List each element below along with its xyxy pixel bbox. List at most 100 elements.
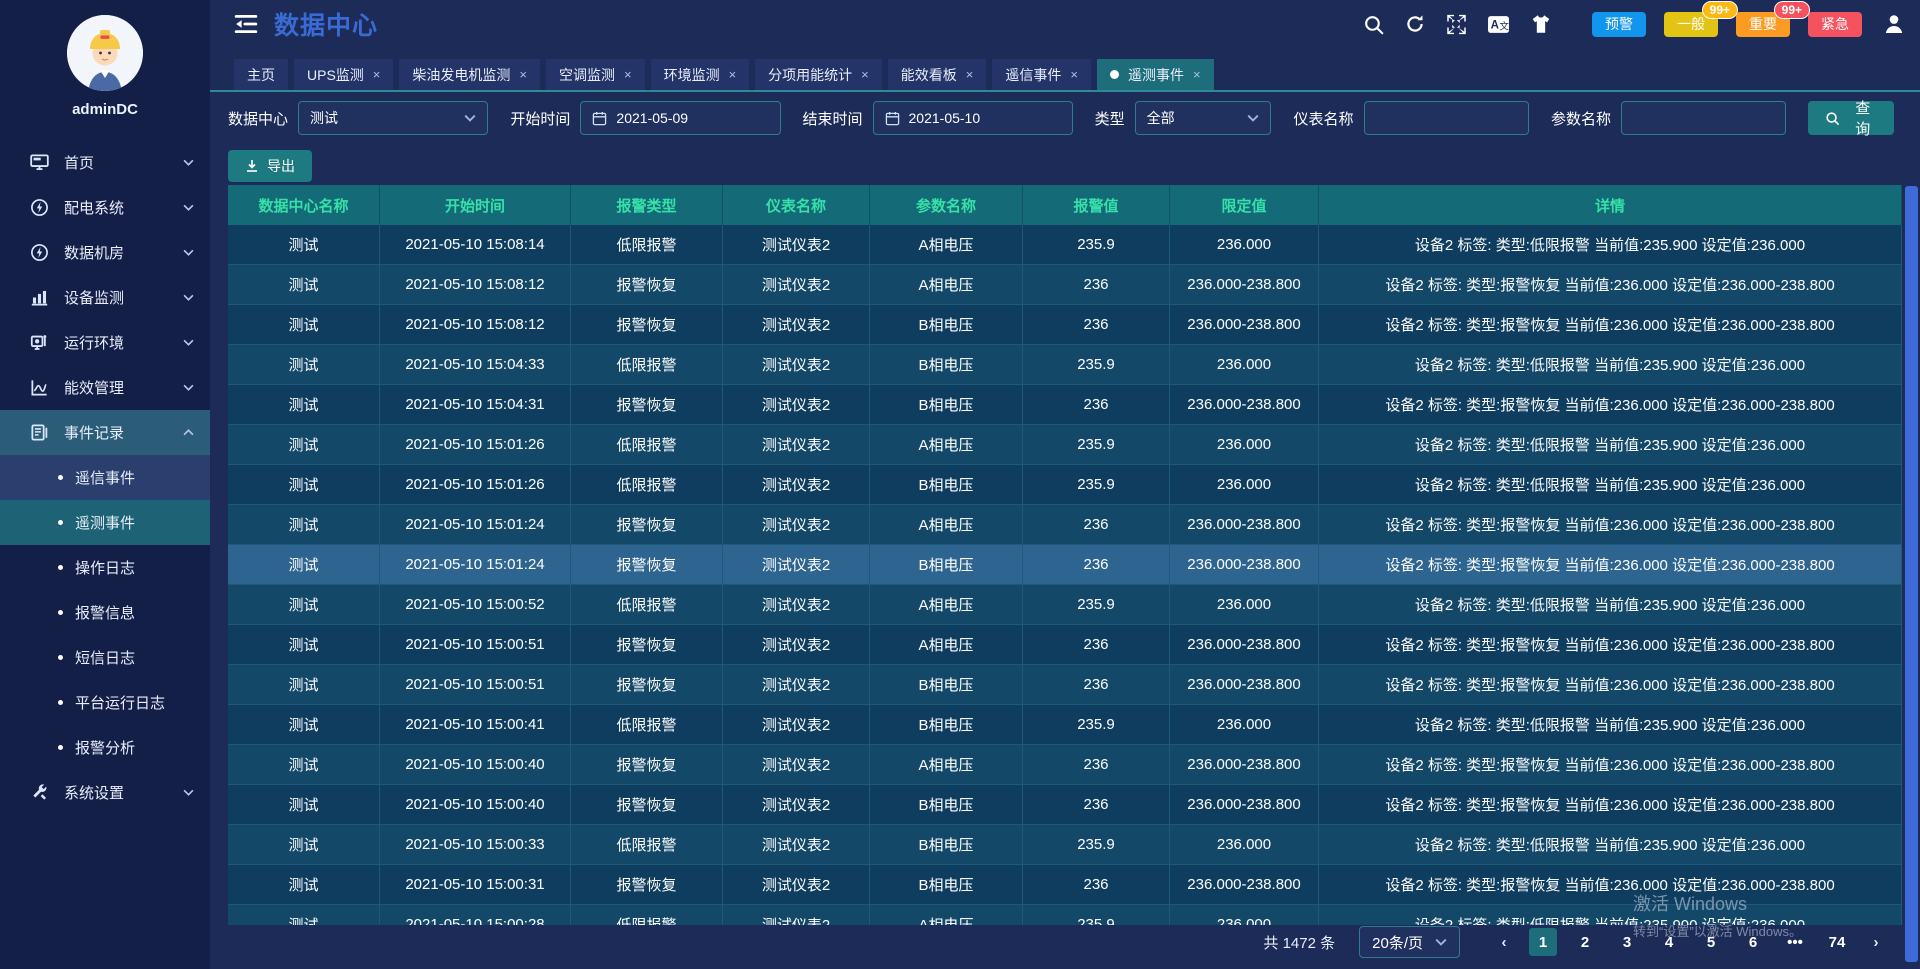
translate-icon[interactable]: A文 xyxy=(1487,14,1510,35)
sidebar-item-label: 配电系统 xyxy=(64,197,124,218)
table-row[interactable]: 测试2021-05-10 15:00:40报警恢复测试仪表2B相电压236236… xyxy=(228,785,1902,825)
sidebar-item-运行环境[interactable]: 运行环境 xyxy=(0,320,210,365)
table-cell: 2021-05-10 15:01:24 xyxy=(380,545,571,585)
start-time-label: 开始时间 xyxy=(510,108,570,129)
end-date-value: 2021-05-10 xyxy=(909,110,981,126)
table-row[interactable]: 测试2021-05-10 15:00:41低限报警测试仪表2B相电压235.92… xyxy=(228,705,1902,745)
close-tab-icon[interactable]: × xyxy=(519,67,527,82)
tab-空调监测[interactable]: 空调监测× xyxy=(546,59,645,90)
page-size-select[interactable]: 20条/页 xyxy=(1359,926,1460,958)
page-number-1[interactable]: 1 xyxy=(1529,928,1557,956)
sidebar-subitem-操作日志[interactable]: 操作日志 xyxy=(0,545,210,590)
table-row[interactable]: 测试2021-05-10 15:08:14低限报警测试仪表2A相电压235.92… xyxy=(228,225,1902,265)
table-cell: 2021-05-10 15:00:40 xyxy=(380,785,571,825)
page-number-4[interactable]: 4 xyxy=(1655,928,1683,956)
tab-遥测事件[interactable]: 遥测事件× xyxy=(1097,59,1214,90)
table-cell: 236.000-238.800 xyxy=(1170,305,1319,345)
sidebar-subitem-短信日志[interactable]: 短信日志 xyxy=(0,635,210,680)
vertical-scrollbar[interactable] xyxy=(1905,186,1918,962)
page-number-5[interactable]: 5 xyxy=(1697,928,1725,956)
tab-主页[interactable]: 主页 xyxy=(234,59,288,90)
table-row[interactable]: 测试2021-05-10 15:08:12报警恢复测试仪表2A相电压236236… xyxy=(228,265,1902,305)
table-cell: 设备2 标签: 类型:报警恢复 当前值:236.000 设定值:236.000-… xyxy=(1319,865,1902,905)
tab-分项用能统计[interactable]: 分项用能统计× xyxy=(755,59,882,90)
tab-柴油发电机监测[interactable]: 柴油发电机监测× xyxy=(399,59,540,90)
datacenter-select[interactable]: 测试 xyxy=(298,101,488,135)
close-tab-icon[interactable]: × xyxy=(966,67,974,82)
close-tab-icon[interactable]: × xyxy=(729,67,737,82)
table-cell: 低限报警 xyxy=(571,425,723,465)
export-button[interactable]: 导出 xyxy=(228,150,312,182)
tab-UPS监测[interactable]: UPS监测× xyxy=(294,59,393,90)
page-number-74[interactable]: 74 xyxy=(1823,928,1851,956)
table-row[interactable]: 测试2021-05-10 15:00:51报警恢复测试仪表2B相电压236236… xyxy=(228,665,1902,705)
sidebar-subitem-遥测事件[interactable]: 遥测事件 xyxy=(0,500,210,545)
column-header-开始时间: 开始时间 xyxy=(380,185,571,225)
sidebar-subitem-报警信息[interactable]: 报警信息 xyxy=(0,590,210,635)
user-icon[interactable] xyxy=(1882,12,1906,36)
sidebar-item-系统设置[interactable]: 系统设置 xyxy=(0,770,210,815)
page-number-6[interactable]: 6 xyxy=(1739,928,1767,956)
user-avatar[interactable] xyxy=(67,15,143,91)
alert-button-一般[interactable]: 一般99+ xyxy=(1664,12,1718,37)
sidebar-subitem-报警分析[interactable]: 报警分析 xyxy=(0,725,210,770)
download-icon xyxy=(245,159,259,173)
tab-遥信事件[interactable]: 遥信事件× xyxy=(992,59,1091,90)
page-number-3[interactable]: 3 xyxy=(1613,928,1641,956)
meter-name-input[interactable] xyxy=(1365,102,1528,134)
table-cell: 236.000 xyxy=(1170,425,1319,465)
table-row[interactable]: 测试2021-05-10 15:00:52低限报警测试仪表2A相电压235.92… xyxy=(228,585,1902,625)
theme-shirt-icon[interactable] xyxy=(1530,13,1552,35)
table-row[interactable]: 测试2021-05-10 15:01:24报警恢复测试仪表2A相电压236236… xyxy=(228,505,1902,545)
refresh-icon[interactable] xyxy=(1404,13,1426,35)
tab-能效看板[interactable]: 能效看板× xyxy=(888,59,987,90)
close-tab-icon[interactable]: × xyxy=(861,67,869,82)
table-cell: 测试 xyxy=(228,825,380,865)
table-row[interactable]: 测试2021-05-10 15:00:31报警恢复测试仪表2B相电压236236… xyxy=(228,865,1902,905)
table-cell: 报警恢复 xyxy=(571,745,723,785)
sidebar-item-事件记录[interactable]: 事件记录 xyxy=(0,410,210,455)
alert-button-重要[interactable]: 重要99+ xyxy=(1736,12,1790,37)
page-ellipsis[interactable]: ••• xyxy=(1781,928,1809,956)
fullscreen-icon[interactable] xyxy=(1446,14,1467,35)
table-row[interactable]: 测试2021-05-10 15:01:26低限报警测试仪表2A相电压235.92… xyxy=(228,425,1902,465)
table-cell: 236 xyxy=(1023,785,1170,825)
close-tab-icon[interactable]: × xyxy=(1070,67,1078,82)
table-row[interactable]: 测试2021-05-10 15:01:24报警恢复测试仪表2B相电压236236… xyxy=(228,545,1902,585)
query-button[interactable]: 查询 xyxy=(1808,101,1894,135)
collapse-menu-icon[interactable] xyxy=(234,14,258,34)
table-cell: 236 xyxy=(1023,665,1170,705)
table-row[interactable]: 测试2021-05-10 15:08:12报警恢复测试仪表2B相电压236236… xyxy=(228,305,1902,345)
close-tab-icon[interactable]: × xyxy=(624,67,632,82)
table-row[interactable]: 测试2021-05-10 15:00:51报警恢复测试仪表2A相电压236236… xyxy=(228,625,1902,665)
table-cell: 报警恢复 xyxy=(571,505,723,545)
close-tab-icon[interactable]: × xyxy=(373,67,381,82)
table-row[interactable]: 测试2021-05-10 15:01:26低限报警测试仪表2B相电压235.92… xyxy=(228,465,1902,505)
alert-button-预警[interactable]: 预警 xyxy=(1592,12,1646,37)
table-row[interactable]: 测试2021-05-10 15:04:33低限报警测试仪表2B相电压235.92… xyxy=(228,345,1902,385)
alert-button-紧急[interactable]: 紧急 xyxy=(1808,12,1862,37)
end-date-input[interactable]: 2021-05-10 xyxy=(873,101,1073,135)
next-page-button[interactable]: › xyxy=(1863,928,1889,956)
table-row[interactable]: 测试2021-05-10 15:04:31报警恢复测试仪表2B相电压236236… xyxy=(228,385,1902,425)
sidebar-subitem-遥信事件[interactable]: 遥信事件 xyxy=(0,455,210,500)
prev-page-button[interactable]: ‹ xyxy=(1491,928,1517,956)
param-name-input[interactable] xyxy=(1622,102,1785,134)
page-number-2[interactable]: 2 xyxy=(1571,928,1599,956)
table-cell: 低限报警 xyxy=(571,705,723,745)
search-icon[interactable] xyxy=(1363,14,1384,35)
start-date-input[interactable]: 2021-05-09 xyxy=(580,101,780,135)
table-row[interactable]: 测试2021-05-10 15:00:40报警恢复测试仪表2A相电压236236… xyxy=(228,745,1902,785)
sidebar-item-配电系统[interactable]: 配电系统 xyxy=(0,185,210,230)
type-select[interactable]: 全部 xyxy=(1135,101,1272,135)
sidebar-item-设备监测[interactable]: 设备监测 xyxy=(0,275,210,320)
sidebar-item-首页[interactable]: 首页 xyxy=(0,140,210,185)
table-cell: 测试仪表2 xyxy=(723,505,870,545)
close-tab-icon[interactable]: × xyxy=(1193,67,1201,82)
sidebar-item-能效管理[interactable]: 能效管理 xyxy=(0,365,210,410)
table-cell: A相电压 xyxy=(870,745,1023,785)
tab-环境监测[interactable]: 环境监测× xyxy=(651,59,750,90)
table-row[interactable]: 测试2021-05-10 15:00:33低限报警测试仪表2B相电压235.92… xyxy=(228,825,1902,865)
sidebar-item-数据机房[interactable]: 数据机房 xyxy=(0,230,210,275)
sidebar-subitem-平台运行日志[interactable]: 平台运行日志 xyxy=(0,680,210,725)
